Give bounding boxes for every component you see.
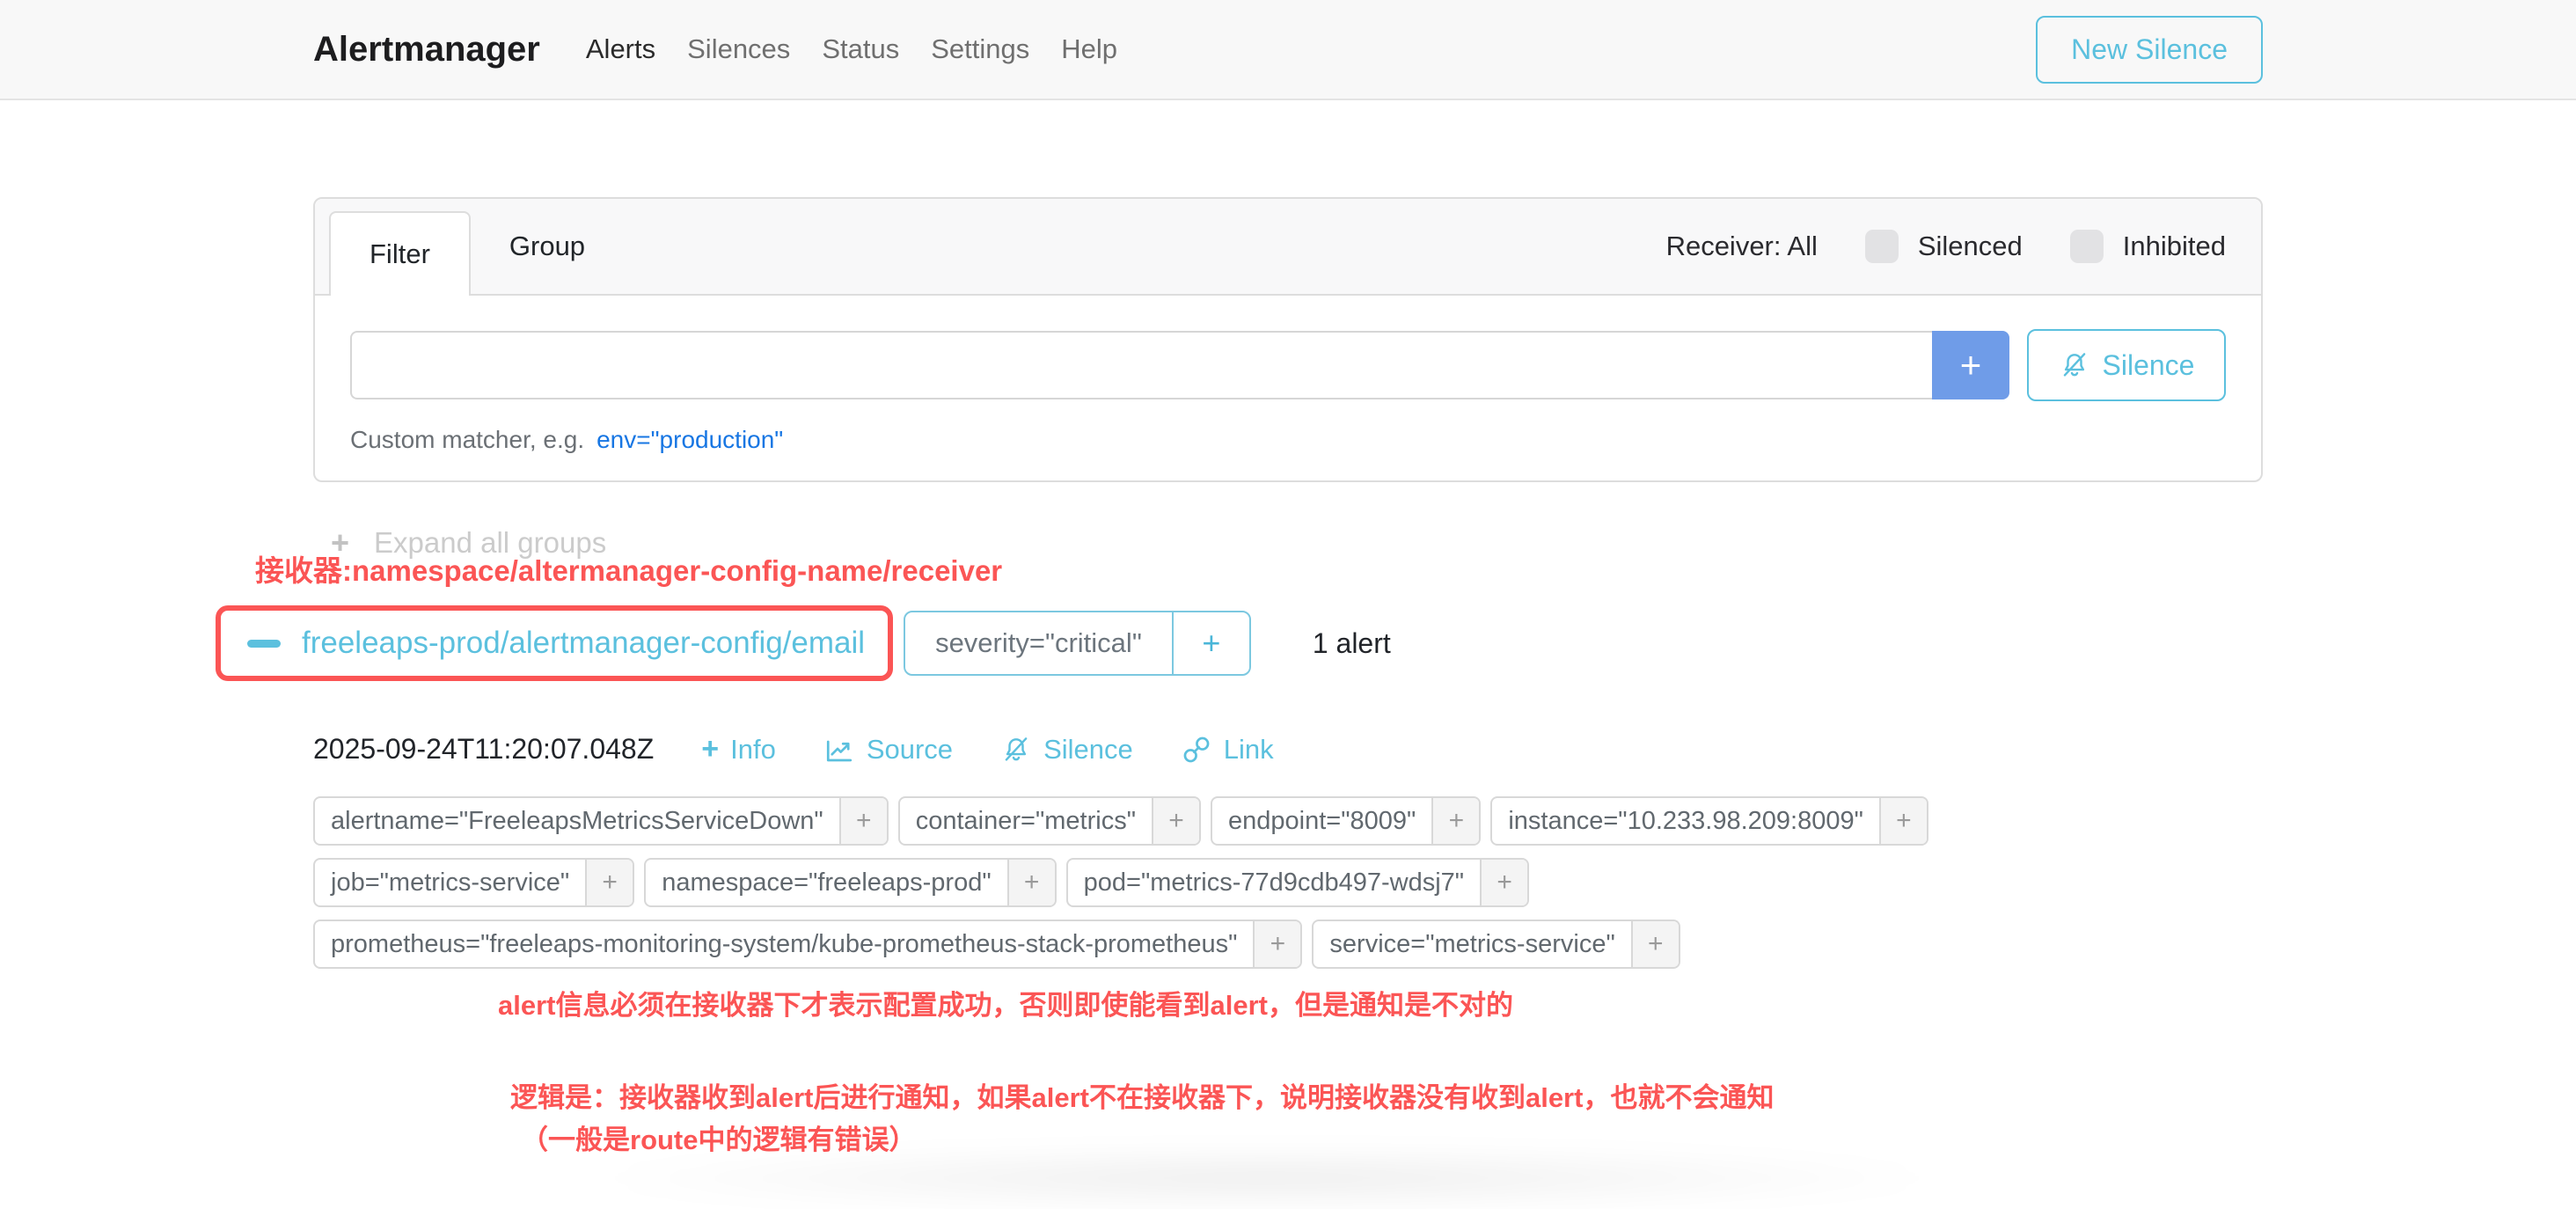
nav-link-settings[interactable]: Settings xyxy=(931,33,1029,65)
add-filter-button[interactable]: + xyxy=(585,860,633,905)
inhibited-filter[interactable]: Inhibited xyxy=(2070,230,2226,263)
silenced-label: Silenced xyxy=(1918,231,2023,262)
alert-count: 1 alert xyxy=(1313,627,1391,660)
matcher-example-link[interactable]: env="production" xyxy=(596,426,783,453)
label-chip-text: endpoint="8009" xyxy=(1212,798,1431,844)
label-chip: job="metrics-service" + xyxy=(313,858,634,907)
alert-info-link[interactable]: + Info xyxy=(701,732,776,766)
label-chip-text: prometheus="freeleaps-monitoring-system/… xyxy=(315,921,1253,967)
group-receiver-link[interactable]: freeleaps-prod/alertmanager-config/email xyxy=(302,626,865,661)
nav-link-alerts[interactable]: Alerts xyxy=(586,33,655,65)
nav-link-status[interactable]: Status xyxy=(822,33,899,65)
top-navbar: Alertmanager Alerts Silences Status Sett… xyxy=(0,0,2576,100)
alert-silence-link[interactable]: Silence xyxy=(1000,734,1133,766)
annotation-highlight-box: freeleaps-prod/alertmanager-config/email xyxy=(216,605,893,681)
add-matcher-button[interactable]: + xyxy=(1932,331,2009,399)
matcher-input[interactable] xyxy=(350,331,1932,399)
group-matcher-chip: severity="critical" + xyxy=(904,611,1251,676)
annotation-receiver-note: 接收器:namespace/altermanager-config-name/r… xyxy=(255,547,1002,590)
label-chip-text: service="metrics-service" xyxy=(1314,921,1630,967)
add-filter-button[interactable]: + xyxy=(1007,860,1055,905)
add-filter-button[interactable]: + xyxy=(839,798,887,844)
label-chip: instance="10.233.98.209:8009" + xyxy=(1490,796,1928,846)
silence-from-filter-button[interactable]: Silence xyxy=(2027,329,2226,401)
chart-line-icon xyxy=(823,734,855,766)
bottom-shadow xyxy=(563,1147,1971,1209)
nav-link-silences[interactable]: Silences xyxy=(687,33,790,65)
alert-group-row: freeleaps-prod/alertmanager-config/email… xyxy=(216,605,2263,681)
add-filter-button[interactable]: + xyxy=(1152,798,1199,844)
alert-source-label: Source xyxy=(867,734,953,766)
filter-card-header: Filter Group Receiver: All Silenced Inhi… xyxy=(315,199,2261,296)
label-chip-text: container="metrics" xyxy=(900,798,1152,844)
alert-meta-row: 2025-09-24T11:20:07.048Z + Info Source S… xyxy=(313,732,2263,766)
label-chip: prometheus="freeleaps-monitoring-system/… xyxy=(313,920,1302,969)
label-chip-text: instance="10.233.98.209:8009" xyxy=(1492,798,1879,844)
label-chip-text: pod="metrics-77d9cdb497-wdsj7" xyxy=(1068,860,1480,905)
label-chip: service="metrics-service" + xyxy=(1312,920,1680,969)
link-icon xyxy=(1181,734,1212,766)
plus-icon: + xyxy=(701,732,719,766)
alert-timestamp: 2025-09-24T11:20:07.048Z xyxy=(313,733,654,766)
label-chip-text: namespace="freeleaps-prod" xyxy=(646,860,1006,905)
add-filter-button[interactable]: + xyxy=(1253,921,1300,967)
receiver-filter[interactable]: Receiver: All xyxy=(1666,231,1818,262)
label-chip-text: alertname="FreeleapsMetricsServiceDown" xyxy=(315,798,839,844)
label-chip: namespace="freeleaps-prod" + xyxy=(644,858,1056,907)
add-filter-button[interactable]: + xyxy=(1480,860,1527,905)
inhibited-checkbox[interactable] xyxy=(2070,230,2104,263)
label-chip-text: job="metrics-service" xyxy=(315,860,585,905)
silence-button-label: Silence xyxy=(2103,349,2195,382)
collapse-group-icon[interactable] xyxy=(247,640,281,648)
bell-slash-icon xyxy=(1000,734,1032,766)
filter-card: Filter Group Receiver: All Silenced Inhi… xyxy=(313,197,2263,482)
alert-source-link[interactable]: Source xyxy=(823,734,953,766)
tab-group[interactable]: Group xyxy=(471,231,624,262)
alert-info-label: Info xyxy=(730,734,776,766)
alert-permalink[interactable]: Link xyxy=(1181,734,1274,766)
label-chip: alertname="FreeleapsMetricsServiceDown" … xyxy=(313,796,889,846)
label-chip: pod="metrics-77d9cdb497-wdsj7" + xyxy=(1066,858,1529,907)
silenced-filter[interactable]: Silenced xyxy=(1865,230,2023,263)
label-chip: container="metrics" + xyxy=(898,796,1201,846)
annotation-logic-line1: 逻辑是：接收器收到alert后进行通知，如果alert不在接收器下，说明接收器没… xyxy=(510,1077,2263,1119)
alert-silence-label: Silence xyxy=(1043,734,1133,766)
add-filter-button[interactable]: + xyxy=(1879,798,1927,844)
add-filter-button[interactable]: + xyxy=(1631,921,1679,967)
add-filter-button[interactable]: + xyxy=(1431,798,1479,844)
matcher-hint-text: Custom matcher, e.g. xyxy=(350,426,584,453)
app-brand[interactable]: Alertmanager xyxy=(313,30,540,70)
silenced-checkbox[interactable] xyxy=(1865,230,1899,263)
new-silence-button[interactable]: New Silence xyxy=(2036,16,2263,84)
nav-link-help[interactable]: Help xyxy=(1061,33,1117,65)
alert-link-label: Link xyxy=(1224,734,1274,766)
inhibited-label: Inhibited xyxy=(2123,231,2226,262)
group-matcher-value: severity="critical" xyxy=(905,612,1172,674)
tab-filter[interactable]: Filter xyxy=(329,211,471,296)
filter-card-body: + Silence Custom matcher, e.g. env="produ… xyxy=(315,296,2261,480)
alert-labels: alertname="FreeleapsMetricsServiceDown" … xyxy=(313,796,2263,969)
add-group-matcher-button[interactable]: + xyxy=(1172,612,1249,674)
label-chip: endpoint="8009" + xyxy=(1211,796,1481,846)
bell-slash-icon xyxy=(2059,349,2090,381)
annotation-alert-note: alert信息必须在接收器下才表示配置成功，否则即使能看到alert，但是通知是… xyxy=(498,983,2263,1022)
